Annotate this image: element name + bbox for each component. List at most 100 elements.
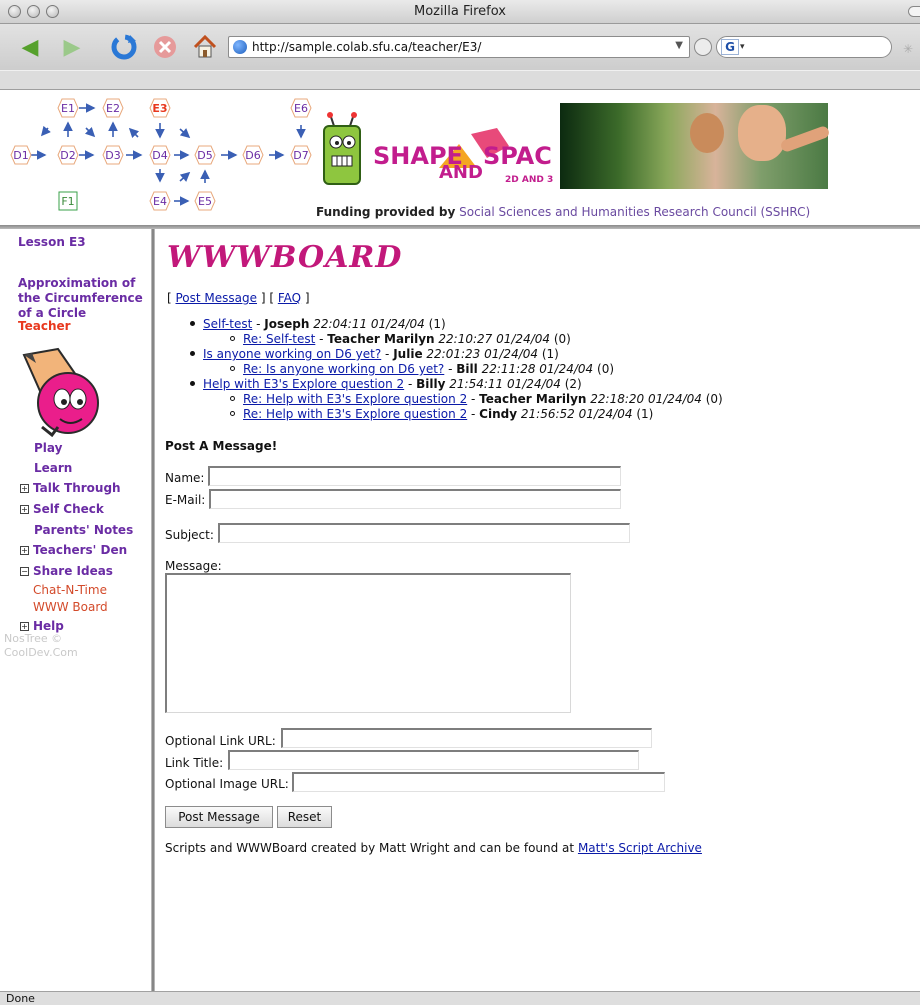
reply-item: Re: Is anyone working on D6 yet? - Bill …	[230, 362, 614, 376]
search-engine-dropdown-icon[interactable]: ▾	[740, 42, 745, 52]
toolbar-toggle-button[interactable]	[908, 6, 920, 17]
thread-link[interactable]: Is anyone working on D6 yet?	[203, 347, 381, 361]
nav-www-board[interactable]: WWW Board	[33, 600, 108, 614]
lesson-node-E1[interactable]: E1	[57, 98, 79, 118]
link-url-field[interactable]	[281, 728, 652, 748]
reply-link[interactable]: Re: Help with E3's Explore question 2	[243, 392, 467, 406]
svg-text:E1: E1	[61, 102, 75, 115]
script-archive-link[interactable]: Matt's Script Archive	[578, 841, 702, 855]
nav-learn[interactable]: Learn	[34, 461, 72, 475]
nav-talk-through[interactable]: + Talk Through	[20, 481, 121, 495]
stop-button[interactable]	[150, 31, 180, 63]
window-titlebar: Mozilla Firefox	[0, 0, 920, 24]
lesson-node-D4[interactable]: D4	[149, 145, 171, 165]
subject-field[interactable]	[218, 523, 630, 543]
bookmarks-bar	[0, 70, 920, 90]
lesson-node-D6[interactable]: D6	[242, 145, 264, 165]
shape-and-space-logo: SHAPE AND SPACE 2D AND 3D	[373, 128, 553, 185]
nav-help[interactable]: + Help	[20, 619, 64, 633]
svg-text:E4: E4	[153, 195, 167, 208]
collapse-icon[interactable]: −	[20, 567, 29, 576]
link-title-field[interactable]	[228, 750, 639, 770]
lesson-node-E4[interactable]: E4	[149, 191, 171, 211]
nav-teachers-den[interactable]: + Teachers' Den	[20, 543, 127, 557]
thread-link[interactable]: Help with E3's Explore question 2	[203, 377, 404, 391]
thread-item: Help with E3's Explore question 2 - Bill…	[190, 377, 582, 391]
svg-text:SPACE: SPACE	[483, 142, 553, 170]
reply-item: Re: Help with E3's Explore question 2 - …	[230, 392, 723, 406]
post-message-link[interactable]: Post Message	[176, 291, 258, 305]
nav-self-check[interactable]: + Self Check	[20, 502, 104, 516]
board-nav: [ Post Message ] [ FAQ ]	[167, 291, 310, 305]
window-title: Mozilla Firefox	[414, 4, 506, 19]
back-arrow-icon: ◀	[21, 34, 39, 60]
nav-chat-n-time[interactable]: Chat-N-Time	[33, 583, 107, 597]
address-text: http://sample.colab.sfu.ca/teacher/E3/	[252, 40, 482, 54]
page-title: WWWBOARD	[167, 240, 403, 275]
lesson-node-E6[interactable]: E6	[290, 98, 312, 118]
message-textarea[interactable]	[165, 573, 571, 713]
nav-parents-notes[interactable]: Parents' Notes	[34, 523, 133, 537]
faq-link[interactable]: FAQ	[278, 291, 301, 305]
lesson-node-F1[interactable]: F1	[58, 191, 78, 211]
lesson-map: E1 E2 E3 E6 D1 D2 D3 D4 D5 D6 D7 F1 E4 E…	[10, 98, 312, 211]
lesson-node-D1[interactable]: D1	[10, 145, 32, 165]
status-text: Done	[6, 992, 35, 1005]
expand-icon[interactable]: +	[20, 505, 29, 514]
expand-icon[interactable]: +	[20, 484, 29, 493]
funding-credit: Funding provided by Social Sciences and …	[316, 205, 811, 219]
expand-icon[interactable]: +	[20, 546, 29, 555]
subject-label: Subject:	[165, 528, 214, 542]
reload-icon	[111, 34, 137, 60]
reply-link[interactable]: Re: Is anyone working on D6 yet?	[243, 362, 444, 376]
reply-item: Re: Help with E3's Explore question 2 - …	[230, 407, 653, 421]
lesson-node-E2[interactable]: E2	[102, 98, 124, 118]
status-bar: Done	[0, 991, 920, 1005]
lesson-node-E3[interactable]: E3	[149, 98, 171, 118]
reload-button[interactable]	[108, 31, 140, 63]
address-bar[interactable]: http://sample.colab.sfu.ca/teacher/E3/ ▼	[228, 36, 690, 58]
lesson-node-D3[interactable]: D3	[102, 145, 124, 165]
image-url-field[interactable]	[292, 772, 665, 792]
search-engine-icon[interactable]: G	[721, 39, 739, 55]
lesson-node-E5[interactable]: E5	[194, 191, 216, 211]
nav-share-ideas[interactable]: − Share Ideas	[20, 564, 113, 578]
history-dropdown-icon[interactable]: ▼	[675, 40, 683, 51]
forward-arrow-icon: ▶	[63, 34, 81, 60]
thread-link[interactable]: Self-test	[203, 317, 252, 331]
svg-text:E2: E2	[106, 102, 120, 115]
expand-icon[interactable]: +	[20, 622, 29, 631]
post-form-heading: Post A Message!	[165, 439, 278, 453]
sshrc-text: Social Sciences and Humanities Research …	[459, 205, 811, 219]
go-button[interactable]	[694, 38, 712, 56]
lesson-node-D7[interactable]: D7	[290, 145, 312, 165]
post-message-button[interactable]: Post Message	[165, 806, 273, 828]
name-label: Name:	[165, 471, 205, 485]
name-field[interactable]	[208, 466, 621, 486]
reply-item: Re: Self-test - Teacher Marilyn 22:10:27…	[230, 332, 571, 346]
svg-text:D1: D1	[13, 149, 28, 162]
robot-mascot-icon	[323, 112, 361, 185]
svg-text:F1: F1	[61, 195, 74, 208]
role-label: Teacher	[18, 319, 71, 333]
pencil-mascot-icon	[22, 347, 99, 437]
lesson-node-D2[interactable]: D2	[57, 145, 79, 165]
email-field[interactable]	[209, 489, 621, 509]
link-title-label: Link Title:	[165, 756, 224, 770]
svg-text:D2: D2	[60, 149, 75, 162]
reply-link[interactable]: Re: Help with E3's Explore question 2	[243, 407, 467, 421]
banner-photo	[560, 103, 831, 189]
reset-button[interactable]: Reset	[277, 806, 332, 828]
lesson-node-D5[interactable]: D5	[194, 145, 216, 165]
email-label: E-Mail:	[165, 493, 206, 507]
lesson-topic: Approximation of the Circumference of a …	[18, 276, 143, 320]
reply-link[interactable]: Re: Self-test	[243, 332, 315, 346]
nav-play[interactable]: Play	[34, 441, 62, 455]
svg-text:D4: D4	[152, 149, 167, 162]
home-button[interactable]	[190, 31, 220, 63]
credits-footer: Scripts and WWWBoard created by Matt Wri…	[165, 841, 702, 855]
svg-text:D5: D5	[197, 149, 212, 162]
back-button[interactable]: ◀	[12, 31, 48, 63]
forward-button[interactable]: ▶	[52, 31, 92, 63]
search-box[interactable]: G ▾	[716, 36, 892, 58]
